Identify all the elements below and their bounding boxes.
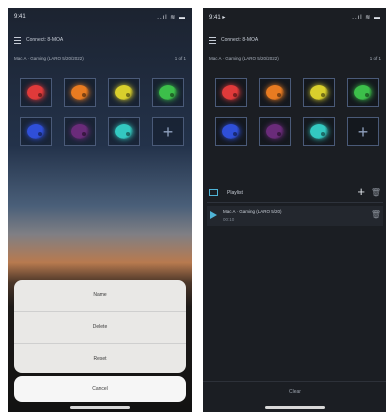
status-bar: 9:41 ▸ ..ıl ≋ ▬ xyxy=(209,14,381,24)
scene-tile[interactable] xyxy=(64,78,96,107)
palette-cyan-icon xyxy=(115,124,133,139)
plus-icon: + xyxy=(357,121,369,142)
add-scene-button[interactable]: + xyxy=(347,117,379,146)
add-icon[interactable]: + xyxy=(357,184,365,199)
scene-tile[interactable] xyxy=(259,117,291,146)
palette-cyan-icon xyxy=(310,124,328,139)
palette-purple-icon xyxy=(266,124,284,139)
playlist-item-duration: 00:10 xyxy=(223,217,235,222)
scene-name: Mac A · Gaming (LARO 5/20/2022) xyxy=(14,56,84,61)
palette-blue-icon xyxy=(222,124,240,139)
scene-tile[interactable] xyxy=(108,117,140,146)
home-indicator[interactable] xyxy=(265,406,325,409)
palette-orange-icon xyxy=(266,85,284,100)
palette-grid: + xyxy=(215,78,380,146)
palette-green-icon xyxy=(159,85,177,100)
home-indicator[interactable] xyxy=(70,406,130,409)
action-sheet: Name Delete Reset xyxy=(14,280,186,373)
scene-name: Mac A · Gaming (LARO 5/20/2022) xyxy=(209,56,279,61)
phone-screen-right: 9:41 ▸ ..ıl ≋ ▬ Connect: 8-MOA Mac A · G… xyxy=(203,8,386,412)
page-title: Connect: 8-MOA xyxy=(26,37,64,43)
trash-icon[interactable]: 🗑 xyxy=(371,188,381,197)
scene-count: 1 of 1 xyxy=(369,56,381,61)
status-icons: ..ıl ≋ ▬ xyxy=(352,15,381,21)
palette-green-icon xyxy=(354,85,372,100)
playlist-header: Playlist + 🗑 xyxy=(207,184,383,203)
palette-purple-icon xyxy=(71,124,89,139)
page-title: Connect: 8-MOA xyxy=(221,37,259,43)
palette-red-icon xyxy=(222,85,240,100)
palette-blue-icon xyxy=(27,124,45,139)
add-scene-button[interactable]: + xyxy=(152,117,184,146)
palette-yellow-icon xyxy=(310,85,328,100)
play-icon[interactable] xyxy=(210,211,217,219)
playlist-icon xyxy=(209,189,218,196)
scene-subtitle: Mac A · Gaming (LARO 5/20/2022) 1 of 1 xyxy=(14,56,186,66)
playlist-item[interactable]: Mac A · Gaming (LARO 5/20) 00:10 🗑 xyxy=(207,206,383,226)
status-bar: 9:41 ..ıl ≋ ▬ xyxy=(14,14,186,24)
status-icons: ..ıl ≋ ▬ xyxy=(157,15,186,21)
scene-subtitle: Mac A · Gaming (LARO 5/20/2022) 1 of 1 xyxy=(209,56,381,66)
title-bar: Connect: 8-MOA xyxy=(209,36,381,48)
scene-tile[interactable] xyxy=(20,78,52,107)
scene-tile[interactable] xyxy=(215,78,247,107)
scene-tile[interactable] xyxy=(64,117,96,146)
scene-tile[interactable] xyxy=(259,78,291,107)
sheet-option-name[interactable]: Name xyxy=(14,280,186,312)
scene-tile[interactable] xyxy=(152,78,184,107)
palette-red-icon xyxy=(27,85,45,100)
title-bar: Connect: 8-MOA xyxy=(14,36,186,48)
playlist-label: Playlist xyxy=(227,190,243,196)
scene-tile[interactable] xyxy=(303,78,335,107)
scene-count: 1 of 1 xyxy=(174,56,186,61)
palette-orange-icon xyxy=(71,85,89,100)
scene-tile[interactable] xyxy=(347,78,379,107)
status-time: 9:41 ▸ xyxy=(209,15,226,21)
scene-tile[interactable] xyxy=(303,117,335,146)
status-time: 9:41 xyxy=(14,14,26,20)
phone-screen-left: 9:41 ..ıl ≋ ▬ Connect: 8-MOA Mac A · Gam… xyxy=(8,8,192,412)
trash-icon[interactable]: 🗑 xyxy=(371,210,381,219)
cancel-button[interactable]: Cancel xyxy=(14,376,186,402)
clear-button[interactable]: Clear xyxy=(203,381,386,402)
sheet-option-reset[interactable]: Reset xyxy=(14,344,186,375)
menu-icon[interactable] xyxy=(209,37,216,44)
palette-yellow-icon xyxy=(115,85,133,100)
scene-tile[interactable] xyxy=(215,117,247,146)
scene-tile[interactable] xyxy=(20,117,52,146)
menu-icon[interactable] xyxy=(14,37,21,44)
scene-tile[interactable] xyxy=(108,78,140,107)
plus-icon: + xyxy=(162,121,174,142)
palette-grid: + xyxy=(20,78,185,146)
sheet-option-delete[interactable]: Delete xyxy=(14,312,186,344)
playlist-item-name: Mac A · Gaming (LARO 5/20) xyxy=(223,209,282,214)
